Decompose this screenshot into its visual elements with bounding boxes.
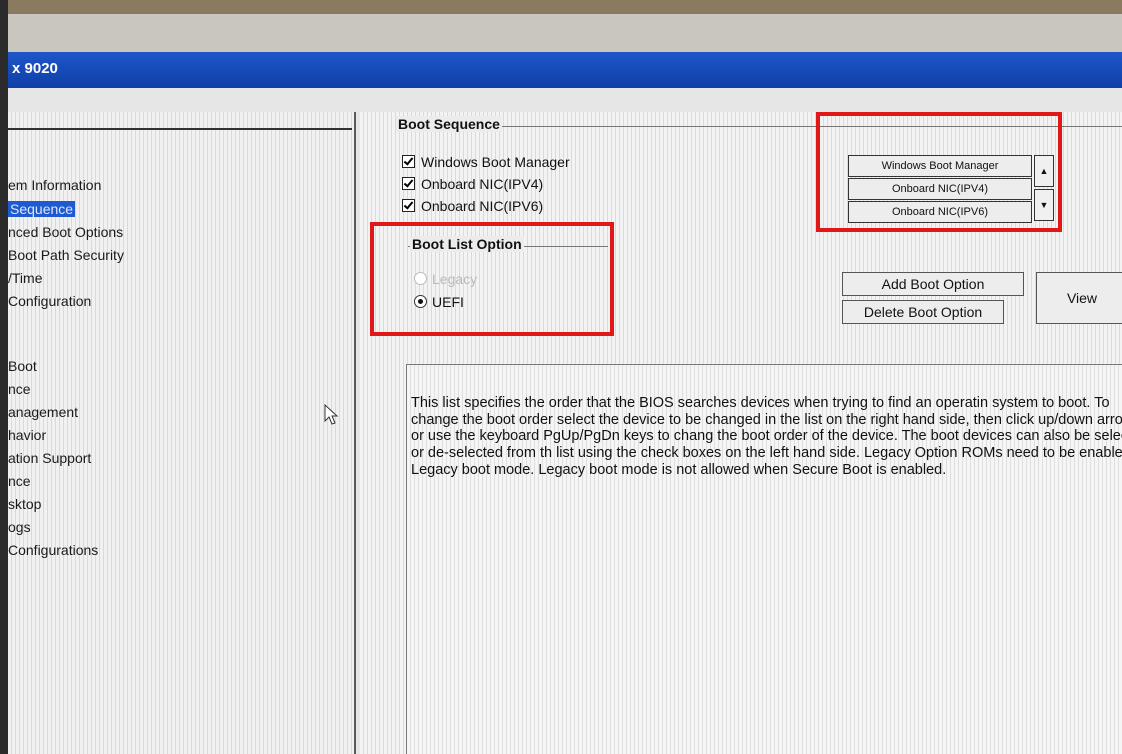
nav-item-system-configuration[interactable]: Configuration bbox=[8, 292, 91, 310]
nav-item-advanced-configurations[interactable]: Configurations bbox=[8, 541, 98, 559]
boot-sequence-title: Boot Sequence bbox=[396, 116, 502, 132]
nav-item-uefi-boot-path-security[interactable]: Boot Path Security bbox=[8, 246, 124, 264]
boot-settings-panel: Boot Sequence Windows Boot Manager Onboa… bbox=[360, 112, 1122, 754]
description-text: This list specifies the order that the B… bbox=[411, 395, 1122, 478]
nav-item-maintenance[interactable]: nce bbox=[8, 472, 31, 490]
nav-item-performance[interactable]: nce bbox=[8, 380, 31, 398]
nav-item-advanced-boot-options[interactable]: nced Boot Options bbox=[8, 223, 123, 241]
nav-item-boot-sequence[interactable]: Sequence bbox=[8, 200, 76, 218]
nav-item-secure-boot[interactable]: Boot bbox=[8, 357, 37, 375]
view-button[interactable]: View bbox=[1036, 272, 1122, 324]
highlight-box-boot-list-option bbox=[370, 222, 614, 336]
nav-item-system-logs[interactable]: ogs bbox=[8, 518, 31, 536]
delete-boot-option-button[interactable]: Delete Boot Option bbox=[842, 300, 1004, 324]
mouse-cursor-icon bbox=[324, 404, 339, 425]
nav-item-date-time[interactable]: /Time bbox=[8, 269, 42, 287]
nav-item-virtualization-support[interactable]: ation Support bbox=[8, 449, 91, 467]
highlight-box-boot-order bbox=[816, 112, 1062, 232]
nav-item-power-management[interactable]: anagement bbox=[8, 403, 78, 421]
window-title: x 9020 bbox=[12, 60, 58, 77]
checkbox-icon[interactable] bbox=[402, 199, 415, 212]
boot-item-onboard-nic-ipv4[interactable]: Onboard NIC(IPV4) bbox=[402, 176, 543, 192]
checkbox-icon[interactable] bbox=[402, 155, 415, 168]
screen-top-area bbox=[8, 14, 1122, 52]
checkbox-icon[interactable] bbox=[402, 177, 415, 190]
monitor-bezel bbox=[0, 0, 8, 754]
nav-item-cloud-desktop[interactable]: sktop bbox=[8, 495, 41, 513]
bios-screen: x 9020 em Information Sequence nced Boot… bbox=[8, 14, 1122, 754]
boot-item-windows-boot-manager[interactable]: Windows Boot Manager bbox=[402, 154, 570, 170]
add-boot-option-button[interactable]: Add Boot Option bbox=[842, 272, 1024, 296]
settings-nav-pane: em Information Sequence nced Boot Option… bbox=[8, 112, 356, 754]
boot-item-onboard-nic-ipv6[interactable]: Onboard NIC(IPV6) bbox=[402, 198, 543, 214]
settings-tree: em Information Sequence nced Boot Option… bbox=[8, 128, 352, 754]
nav-item-post-behavior[interactable]: havior bbox=[8, 426, 46, 444]
description-panel: This list specifies the order that the B… bbox=[406, 364, 1122, 754]
nav-item-system-information[interactable]: em Information bbox=[8, 176, 101, 194]
background-wall bbox=[0, 0, 1122, 14]
window-titlebar: x 9020 bbox=[8, 52, 1122, 88]
